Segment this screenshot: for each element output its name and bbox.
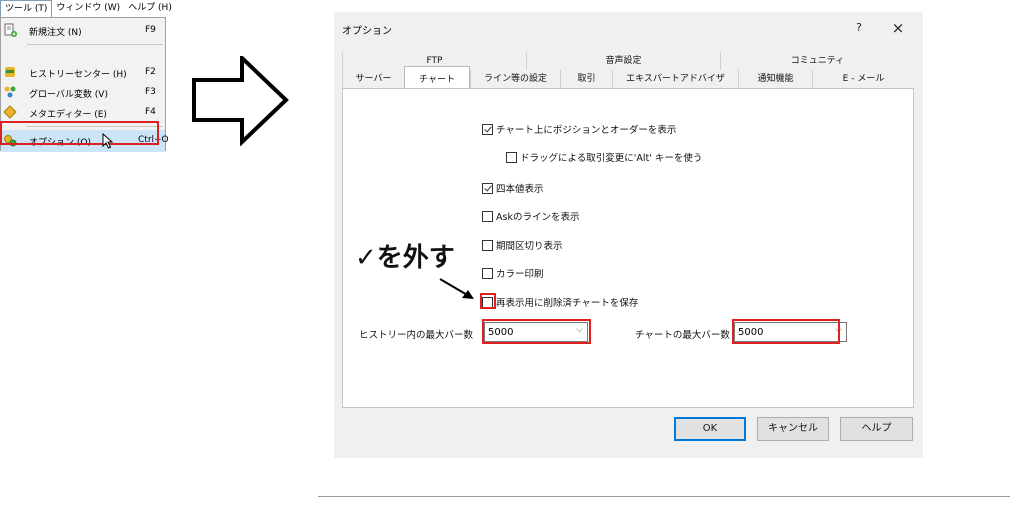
max-bars-history-label: ヒストリー内の最大バー数	[359, 330, 474, 341]
option-ask-line[interactable]: Askのラインを表示	[482, 209, 579, 223]
tab-sound[interactable]: 音声設定	[526, 52, 720, 70]
menu-item-metaeditor[interactable]: メタエディター (E) F4	[1, 102, 165, 122]
option-label: 再表示用に削除済チャートを保存	[496, 298, 639, 309]
checkbox-unchecked[interactable]	[506, 151, 517, 163]
menu-item-label: グローバル変数 (V)	[29, 90, 108, 100]
menu-item-global-variables[interactable]: グローバル変数 (V) F3	[1, 82, 165, 102]
close-icon[interactable]: ×	[886, 17, 910, 39]
menu-item-history-center[interactable]: ヒストリーセンター (H) F2	[1, 62, 165, 82]
option-ohlc[interactable]: 四本値表示	[482, 181, 544, 195]
options-highlight-box	[0, 121, 159, 145]
menu-item-shortcut: F3	[145, 87, 156, 97]
max-bars-chart-label: チャートの最大バー数	[635, 330, 730, 341]
mouse-cursor-icon	[102, 133, 114, 149]
checkbox-unchecked[interactable]	[482, 210, 493, 222]
option-label: Askのラインを表示	[496, 212, 580, 223]
right-arrow-icon	[192, 56, 289, 146]
tab-trade[interactable]: 取引	[560, 70, 612, 88]
tab-notifications[interactable]: 通知機能	[738, 70, 812, 88]
help-icon[interactable]: ?	[847, 18, 871, 38]
global-variables-icon	[4, 86, 16, 98]
option-show-positions-orders[interactable]: チャート上にポジションとオーダーを表示	[482, 122, 676, 136]
checkbox-checked[interactable]	[482, 123, 493, 135]
menu-item-shortcut: F2	[145, 67, 156, 77]
history-select-highlight-box	[482, 319, 591, 344]
menu-item-label: メタエディター (E)	[29, 110, 107, 120]
tab-community[interactable]: コミュニティ	[720, 52, 914, 70]
screenshot-stage: ツール (T) ウィンドウ (W) ヘルプ (H) 新規注文 (N) F9 ヒス…	[0, 0, 1024, 509]
history-center-icon	[5, 67, 15, 77]
option-save-deleted-charts[interactable]: 再表示用に削除済チャートを保存	[482, 295, 638, 309]
new-order-icon	[4, 23, 17, 37]
ok-button[interactable]: OK	[674, 417, 746, 441]
annotation-arrow-icon	[439, 278, 474, 299]
tab-chart[interactable]: チャート	[404, 66, 470, 88]
menu-help[interactable]: ヘルプ (H)	[124, 0, 176, 17]
tab-line-settings[interactable]: ライン等の設定	[470, 70, 560, 88]
option-label: カラー印刷	[496, 269, 544, 280]
tab-email[interactable]: E - メール	[812, 70, 914, 88]
option-period-separators[interactable]: 期間区切り表示	[482, 238, 563, 252]
tab-server[interactable]: サーバー	[342, 70, 404, 88]
menu-window[interactable]: ウィンドウ (W)	[52, 0, 124, 17]
option-color-print[interactable]: カラー印刷	[482, 266, 544, 280]
checkbox-unchecked[interactable]	[482, 239, 493, 251]
checkbox-highlight-box	[480, 293, 496, 309]
checkbox-unchecked[interactable]	[482, 267, 493, 279]
checkbox-checked[interactable]	[482, 182, 493, 194]
tab-expert-advisor[interactable]: エキスパートアドバイザ	[612, 70, 738, 88]
chart-select-highlight-box	[732, 319, 840, 344]
menu-tools[interactable]: ツール (T)	[0, 0, 53, 17]
option-label: 期間区切り表示	[496, 241, 563, 252]
menubar: ツール (T) ウィンドウ (W) ヘルプ (H)	[0, 0, 172, 17]
menu-item-label: ヒストリーセンター (H)	[29, 70, 127, 80]
option-alt-key-drag[interactable]: ドラッグによる取引変更に'Alt' キーを使う	[506, 150, 702, 164]
menu-separator	[27, 44, 163, 45]
option-label: チャート上にポジションとオーダーを表示	[496, 125, 677, 136]
help-button[interactable]: ヘルプ	[840, 417, 913, 441]
menu-item-label: 新規注文 (N)	[29, 28, 82, 38]
menu-item-new-order[interactable]: 新規注文 (N) F9	[1, 20, 165, 40]
metaeditor-icon	[3, 105, 17, 119]
option-label: ドラッグによる取引変更に'Alt' キーを使う	[520, 153, 703, 164]
menu-item-shortcut: F4	[145, 107, 156, 117]
cancel-button[interactable]: キャンセル	[757, 417, 829, 441]
dialog-title: オプション	[342, 26, 392, 37]
option-label: 四本値表示	[496, 184, 544, 195]
uncheck-annotation: ✓を外す	[355, 243, 455, 273]
menu-item-shortcut: F9	[145, 25, 156, 35]
options-dialog: オプション ? × FTP 音声設定 コミュニティ サーバー チャート ライン等…	[334, 12, 923, 458]
divider-line	[318, 496, 1010, 497]
tab-row-bottom: サーバー チャート ライン等の設定 取引 エキスパートアドバイザ 通知機能 E …	[342, 66, 914, 88]
